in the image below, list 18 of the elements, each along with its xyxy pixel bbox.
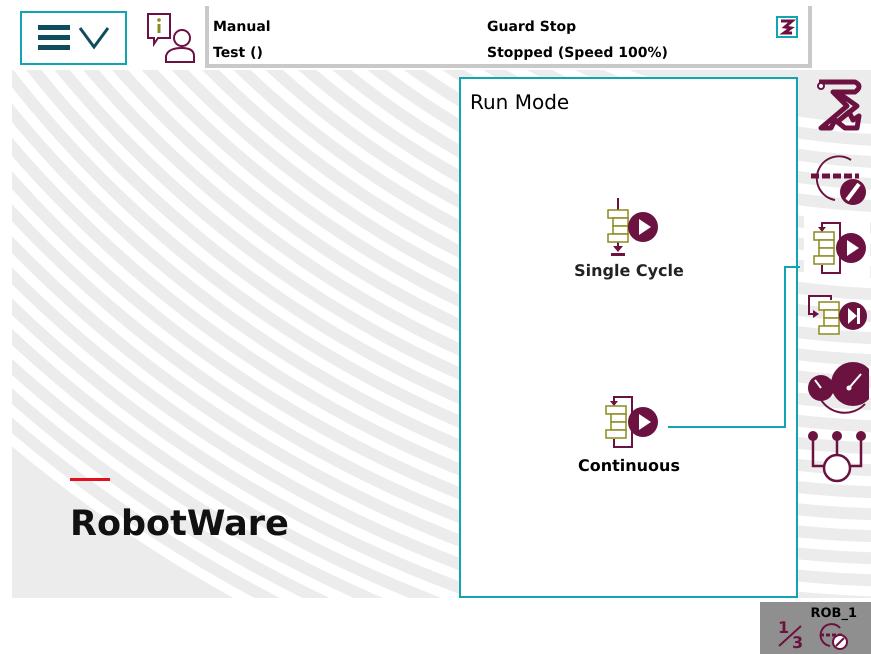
task-count-denominator: 3 [792,634,804,652]
run-mode-option[interactable]: Single Cycle [569,196,689,282]
panel-title: Run Mode [470,89,570,115]
task-count-numerator: 1 [778,619,790,637]
program-text: Test () [213,44,264,63]
run-state-text: Stopped (Speed 100%) [487,44,669,63]
increment-icon [818,622,848,650]
run-mode-option[interactable]: Continuous [569,391,689,477]
mechanical-unit-text: ROB_1 [810,606,857,621]
operating-mode-text: Manual [213,18,272,37]
brand-accent-bar [70,478,110,481]
menu-icon [38,23,110,53]
menu-button[interactable] [20,11,127,65]
user-info-icon[interactable] [146,12,196,64]
brand-logo-text: RobotWare [70,504,290,544]
robot-status-icon [776,16,798,38]
safety-state-text: Guard Stop [487,18,576,37]
task-selector-button[interactable]: ROB_1 1 3 [760,602,871,654]
